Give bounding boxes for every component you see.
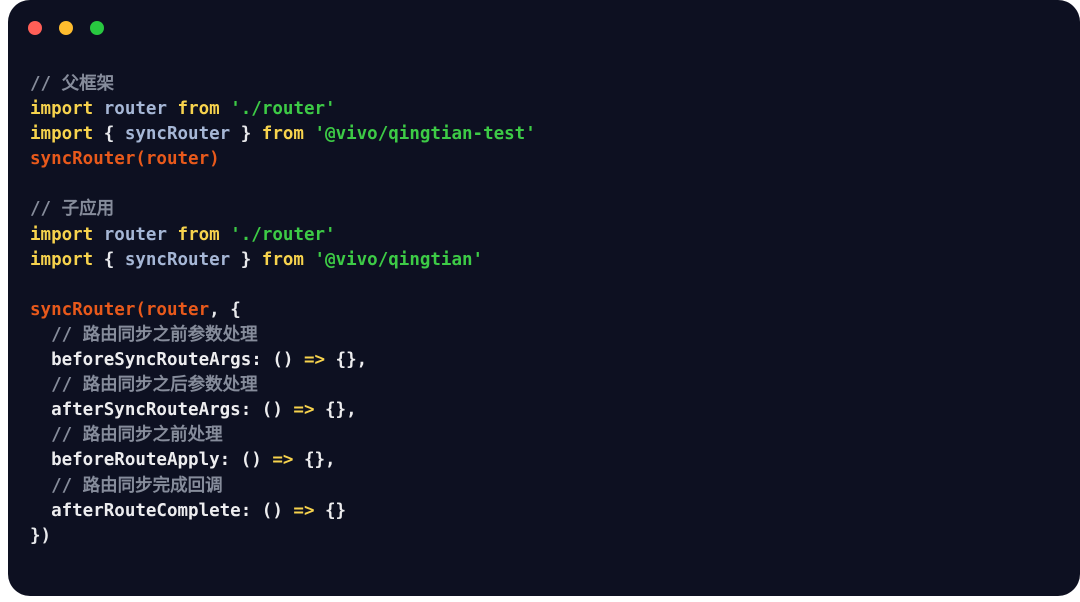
code-token-punct	[220, 99, 231, 119]
code-token-comment: // 子应用	[30, 199, 115, 220]
code-line: import router from './router'	[30, 97, 1080, 122]
code-line: // 路由同步之前处理	[30, 423, 1080, 448]
code-token-keyword: from	[261, 124, 304, 145]
code-token-comment: // 路由同步之前参数处理	[30, 324, 258, 345]
code-token-string: './router'	[230, 224, 336, 245]
code-token-keyword: import	[30, 124, 94, 145]
code-token-keyword: import	[30, 224, 94, 245]
code-token-keyword: from	[261, 249, 304, 270]
code-line: syncRouter(router, {	[30, 298, 1080, 323]
code-token-punct	[220, 225, 231, 245]
code-line: afterSyncRouteArgs: () => {},	[30, 398, 1080, 423]
code-token-ident: router	[103, 224, 167, 245]
code-token-prop: {}	[314, 500, 347, 521]
code-line: // 父框架	[30, 72, 1080, 97]
code-token-punct	[167, 99, 178, 119]
code-token-comment: // 父框架	[30, 74, 115, 94]
code-token-keyword: import	[30, 249, 94, 270]
code-token-punct: }	[230, 249, 262, 270]
code-token-prop: {},	[293, 450, 336, 471]
code-token-string: '@vivo/qingtian'	[314, 249, 484, 270]
code-line: // 路由同步之后参数处理	[30, 373, 1080, 398]
code-token-prop: {},	[325, 350, 368, 371]
code-line: beforeRouteApply: () => {},	[30, 448, 1080, 473]
code-token-arrow: =>	[303, 350, 326, 371]
code-line: // 路由同步完成回调	[30, 474, 1080, 499]
code-token-comment: // 路由同步之后参数处理	[30, 375, 258, 396]
code-token-prop: beforeSyncRouteArgs: ()	[30, 350, 304, 371]
minimize-button-icon[interactable]	[59, 21, 73, 35]
code-token-punct	[93, 99, 104, 119]
code-token-prop: {},	[314, 400, 357, 421]
code-token-arrow: =>	[272, 450, 294, 471]
code-token-prop: beforeRouteApply: ()	[30, 450, 273, 471]
code-token-punct	[304, 124, 315, 144]
code-token-punct: , {	[209, 299, 241, 320]
code-token-prop: afterRouteComplete: ()	[30, 500, 294, 521]
code-token-string: '@vivo/qingtian-test'	[314, 124, 536, 145]
code-token-comment: // 路由同步完成回调	[30, 475, 223, 496]
code-token-string: './router'	[230, 99, 336, 120]
code-token-ident: router	[103, 99, 167, 120]
code-token-ident: syncRouter	[124, 124, 231, 145]
window-controls	[28, 21, 104, 35]
code-token-arrow: =>	[293, 500, 315, 521]
code-line: syncRouter(router)	[30, 147, 1080, 172]
code-line: import { syncRouter } from '@vivo/qingti…	[30, 248, 1080, 273]
code-token-punct: {	[93, 249, 125, 270]
code-token-func: syncRouter(router)	[30, 149, 220, 170]
code-token-keyword: from	[177, 224, 220, 245]
code-line: // 子应用	[30, 197, 1080, 222]
code-block: // 父框架 import router from './router' impor…	[8, 56, 1080, 549]
code-line: import router from './router'	[30, 223, 1080, 248]
close-button-icon[interactable]	[28, 21, 42, 35]
code-line: import { syncRouter } from '@vivo/qingti…	[30, 122, 1080, 147]
code-token-punct	[304, 250, 315, 270]
code-line: beforeSyncRouteArgs: () => {},	[30, 348, 1080, 373]
code-line: })	[30, 524, 1080, 549]
maximize-button-icon[interactable]	[90, 21, 104, 35]
code-token-func: syncRouter(router	[30, 299, 210, 320]
code-line: afterRouteComplete: () => {}	[30, 499, 1080, 524]
code-token-punct	[93, 225, 104, 245]
code-line: // 路由同步之前参数处理	[30, 323, 1080, 348]
code-snippet-window: // 父框架 import router from './router' impor…	[8, 0, 1080, 596]
code-token-prop: afterSyncRouteArgs: ()	[30, 400, 294, 421]
code-token-keyword: import	[30, 99, 94, 120]
code-token-punct	[167, 225, 178, 245]
code-token-punct: {	[93, 124, 125, 145]
code-token-comment: // 路由同步之前处理	[30, 425, 223, 446]
code-token-punct: }	[230, 124, 262, 145]
code-token-punct: })	[30, 525, 52, 546]
code-token-arrow: =>	[293, 400, 315, 421]
code-token-ident: syncRouter	[124, 249, 231, 270]
code-token-keyword: from	[177, 99, 220, 120]
window-titlebar	[8, 0, 1080, 56]
